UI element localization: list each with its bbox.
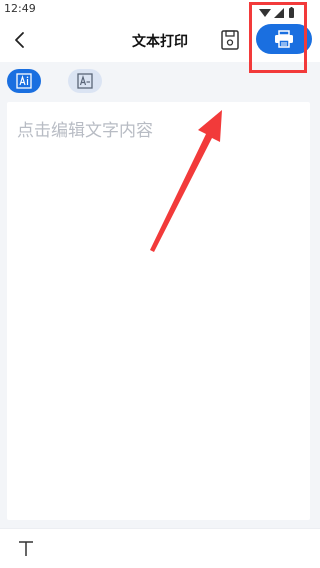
text-editor[interactable]: 点击编辑文字内容	[7, 102, 310, 520]
back-button[interactable]	[8, 28, 32, 52]
status-time: 12:49	[4, 2, 36, 15]
status-bar: 12:49	[0, 0, 320, 18]
bottom-bar	[0, 528, 320, 568]
save-icon	[221, 30, 239, 50]
status-icons	[258, 4, 298, 18]
screen: 12:49 文本打印 点击编辑文字内容	[0, 0, 320, 568]
text-style-icon	[19, 541, 33, 556]
editor-placeholder: 点击编辑文字内容	[17, 121, 153, 141]
mode-toolbar	[0, 62, 320, 100]
text-style-button[interactable]	[16, 537, 36, 559]
text-layout-icon	[77, 73, 93, 89]
ai-text-icon	[16, 73, 32, 89]
editor-container: 点击编辑文字内容	[0, 100, 320, 528]
print-button[interactable]	[256, 24, 312, 54]
chevron-left-icon	[15, 32, 24, 48]
ai-text-mode-button[interactable]	[7, 69, 41, 93]
printer-icon	[275, 30, 293, 48]
save-button[interactable]	[220, 29, 240, 51]
header: 文本打印	[0, 18, 320, 62]
text-layout-mode-button[interactable]	[68, 69, 102, 93]
page-title: 文本打印	[132, 34, 188, 50]
